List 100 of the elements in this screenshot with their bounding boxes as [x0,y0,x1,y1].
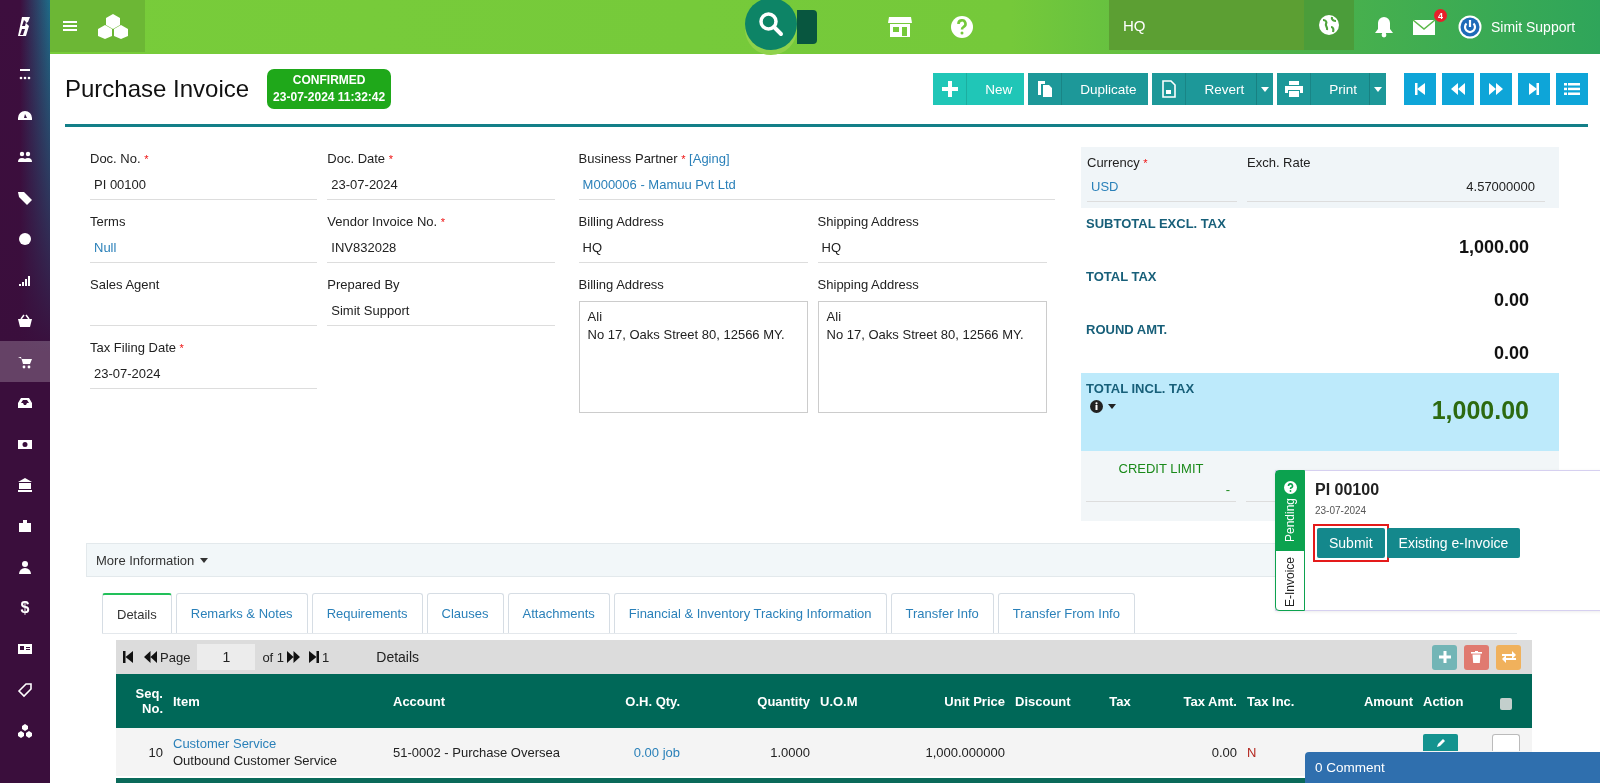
total-value: 1,000.00 [1457,237,1529,258]
aging-link[interactable]: [Aging] [689,151,730,166]
dropdown-button[interactable] [1369,73,1386,105]
document-date: 23-07-2024 [1315,505,1368,516]
tab[interactable]: Remarks & Notes [175,593,308,633]
envelope-icon[interactable] [1412,18,1436,36]
existing-e-invoice-button[interactable]: Existing e-Invoice [1386,528,1521,558]
item-link[interactable]: Customer Service [173,736,277,751]
branch-selector[interactable]: HQ [1109,0,1304,50]
row-checkbox[interactable] [1492,734,1520,751]
status-label: Pending [1283,498,1297,543]
column-header: Unit Price [880,674,1010,728]
search-toggle[interactable] [797,10,817,44]
e-invoice-tab[interactable]: Pending E-Invoice [1275,470,1305,611]
record-count: 1 [322,649,330,665]
previous-page-icon[interactable] [144,651,157,663]
tab[interactable]: Requirements [311,593,423,633]
caret-icon [1374,86,1382,92]
delete-row-button[interactable] [1464,644,1489,670]
input-field[interactable]: USD [1087,173,1237,202]
more-information-toggle[interactable]: More Information [96,552,209,568]
tab[interactable]: Transfer From Info [997,593,1135,633]
address-field[interactable]: Ali No 17, Oaks Street 80, 12566 MY. [817,301,1047,413]
input-field[interactable]: 23-07-2024 [90,360,318,389]
tab[interactable]: Details [102,593,172,633]
total-value: 1,000.00 [1431,396,1529,425]
input-field[interactable]: Null [90,234,318,263]
table-cell: 0.00 job [588,728,685,776]
input-field[interactable]: HQ [578,234,808,263]
print-button[interactable]: Print [1277,73,1369,105]
duplicate-button[interactable]: Duplicate [1028,73,1149,105]
field-label: Doc. Date * [327,150,394,168]
column-header: Account [388,674,588,728]
user-name[interactable]: Simit Support [1491,19,1576,35]
next-record-button[interactable] [1480,73,1512,105]
field-label: Prepared By [327,276,401,294]
comment-bar[interactable]: 0 Comment [1305,752,1600,783]
bell-icon[interactable] [1374,16,1394,38]
input-field[interactable]: Simit Support [327,297,555,326]
table-cell: 1.0000 [685,728,815,776]
input-field[interactable]: INV832028 [327,234,555,263]
total-value: 0.00 [1492,290,1529,311]
page-label: Page [160,649,191,665]
previous-record-button[interactable] [1442,73,1474,105]
column-header: U.O.M [815,674,880,728]
field-label: Vendor Invoice No. * [327,213,447,231]
column-header: Tax [1090,674,1150,728]
input-field[interactable]: 4.57000000 [1247,173,1545,202]
tab[interactable]: Attachments [507,593,610,633]
page-number-field[interactable]: 1 [197,644,256,670]
input-field[interactable]: PI 00100 [90,171,318,200]
table-cell: N [1242,728,1300,776]
tab[interactable]: Financial & Inventory Tracking Information [613,593,887,633]
credit-limit-value: - [1086,479,1236,502]
revert-button[interactable]: Revert [1152,73,1257,105]
next-page-icon[interactable] [287,651,301,663]
column-header: Action [1418,674,1480,728]
input-field[interactable]: HQ [817,234,1047,263]
list-icon [1564,82,1580,96]
input-field[interactable]: 23-07-2024 [327,171,555,200]
total-label: TOTAL TAX [1086,269,1158,284]
info-icon [1090,400,1103,413]
rewind-icon [1450,82,1466,96]
first-record-button[interactable] [1404,73,1436,105]
field-label: Doc. No. * [90,150,150,168]
tab[interactable]: Clauses [426,593,504,633]
field-label: Terms [90,213,127,231]
sidebar-item[interactable]: $ [0,587,50,628]
cubes-icon[interactable] [97,13,129,39]
tag-icon [17,189,33,206]
menu-icon[interactable] [63,20,77,32]
submit-button[interactable]: Submit [1317,528,1385,558]
first-page-icon[interactable] [123,651,133,663]
field-label: Billing Address [578,276,665,294]
column-header: Discount [1010,674,1090,728]
power-icon[interactable] [1458,15,1482,39]
input-field[interactable]: M000006 - Mamuu Pvt Ltd [578,171,1055,200]
select-all-checkbox[interactable] [1500,697,1512,710]
last-record-button[interactable] [1518,73,1550,105]
page-count: of 1 [262,649,285,665]
caret-icon [1261,86,1270,92]
total-label: SUBTOTAL EXCL. TAX [1086,216,1227,231]
caret-icon [1108,404,1116,409]
address-field[interactable]: Ali No 17, Oaks Street 80, 12566 MY. [578,301,808,413]
tab[interactable]: Transfer Info [890,593,994,633]
column-header: Seq. No. [116,674,168,728]
dollar-sign: $ [20,598,30,617]
field-label: Business Partner * [Aging] [578,150,731,168]
list-view-button[interactable] [1556,73,1588,105]
search-icon [758,11,784,37]
status-time: 23-07-2024 11:32:42 [273,89,386,106]
fast-forward-icon [1488,82,1504,96]
field-label: Shipping Address [817,276,920,294]
language-button[interactable] [1304,0,1354,50]
dropdown-button[interactable] [1256,73,1274,105]
column-header: Amount [1300,674,1418,728]
sidebar-item[interactable] [0,341,50,382]
document-number: PI 00100 [1315,481,1381,499]
edit-button[interactable] [1423,734,1458,751]
last-page-icon[interactable] [309,651,320,663]
